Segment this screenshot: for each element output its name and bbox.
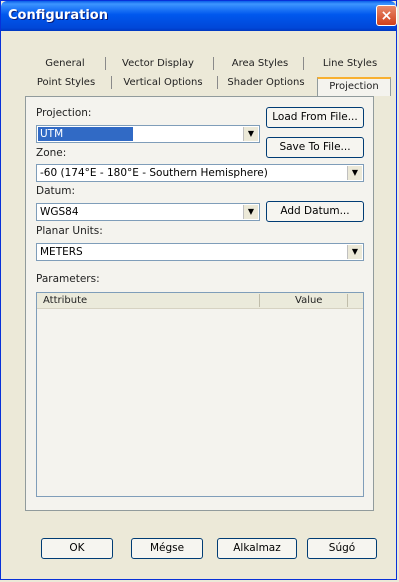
- planar-units-value: METERS: [40, 246, 83, 258]
- tab-line-styles[interactable]: Line Styles: [315, 55, 385, 72]
- tab-vertical-options[interactable]: Vertical Options: [115, 74, 211, 91]
- close-icon[interactable]: ×: [376, 5, 397, 26]
- chevron-down-icon[interactable]: ▼: [243, 205, 258, 219]
- tab-vector-display[interactable]: Vector Display: [113, 55, 203, 72]
- projection-panel: Projection: UTM ▼ Load From File... Save…: [25, 96, 374, 511]
- title-bar[interactable]: Configuration ×: [1, 1, 397, 31]
- tab-point-styles[interactable]: Point Styles: [25, 74, 107, 91]
- projection-label: Projection:: [36, 107, 92, 119]
- help-button[interactable]: Súgó: [307, 538, 377, 559]
- datum-value: WGS84: [40, 206, 79, 218]
- projection-value: UTM: [38, 127, 134, 141]
- planar-units-select[interactable]: METERS ▼: [36, 243, 364, 261]
- planar-units-label: Planar Units:: [36, 225, 103, 237]
- tab-area-styles[interactable]: Area Styles: [225, 55, 295, 72]
- projection-select[interactable]: UTM ▼: [36, 125, 260, 143]
- configuration-dialog: Configuration × General Vector Display A…: [0, 0, 397, 580]
- apply-button[interactable]: Alkalmaz: [217, 538, 297, 559]
- window-title: Configuration: [8, 8, 108, 23]
- column-header-value[interactable]: Value: [295, 293, 322, 308]
- chevron-down-icon[interactable]: ▼: [243, 127, 258, 141]
- chevron-down-icon[interactable]: ▼: [347, 245, 362, 259]
- datum-label: Datum:: [36, 185, 76, 197]
- tab-general[interactable]: General: [35, 55, 95, 72]
- column-header-attribute[interactable]: Attribute: [43, 293, 87, 308]
- table-header: Attribute Value: [37, 293, 363, 309]
- parameters-table[interactable]: Attribute Value: [36, 292, 364, 497]
- datum-select[interactable]: WGS84 ▼: [36, 203, 260, 221]
- load-from-file-button[interactable]: Load From File...: [266, 107, 364, 128]
- add-datum-button[interactable]: Add Datum...: [266, 201, 364, 222]
- ok-button[interactable]: OK: [41, 538, 113, 559]
- tab-projection[interactable]: Projection: [317, 77, 391, 96]
- parameters-label: Parameters:: [36, 273, 100, 285]
- cancel-button[interactable]: Mégse: [131, 538, 203, 559]
- zone-value: -60 (174°E - 180°E - Southern Hemisphere…: [40, 167, 268, 179]
- zone-label: Zone:: [36, 147, 67, 159]
- zone-select[interactable]: -60 (174°E - 180°E - Southern Hemisphere…: [36, 164, 364, 182]
- save-to-file-button[interactable]: Save To File...: [266, 137, 364, 158]
- tab-shader-options[interactable]: Shader Options: [221, 74, 311, 91]
- chevron-down-icon[interactable]: ▼: [347, 166, 362, 180]
